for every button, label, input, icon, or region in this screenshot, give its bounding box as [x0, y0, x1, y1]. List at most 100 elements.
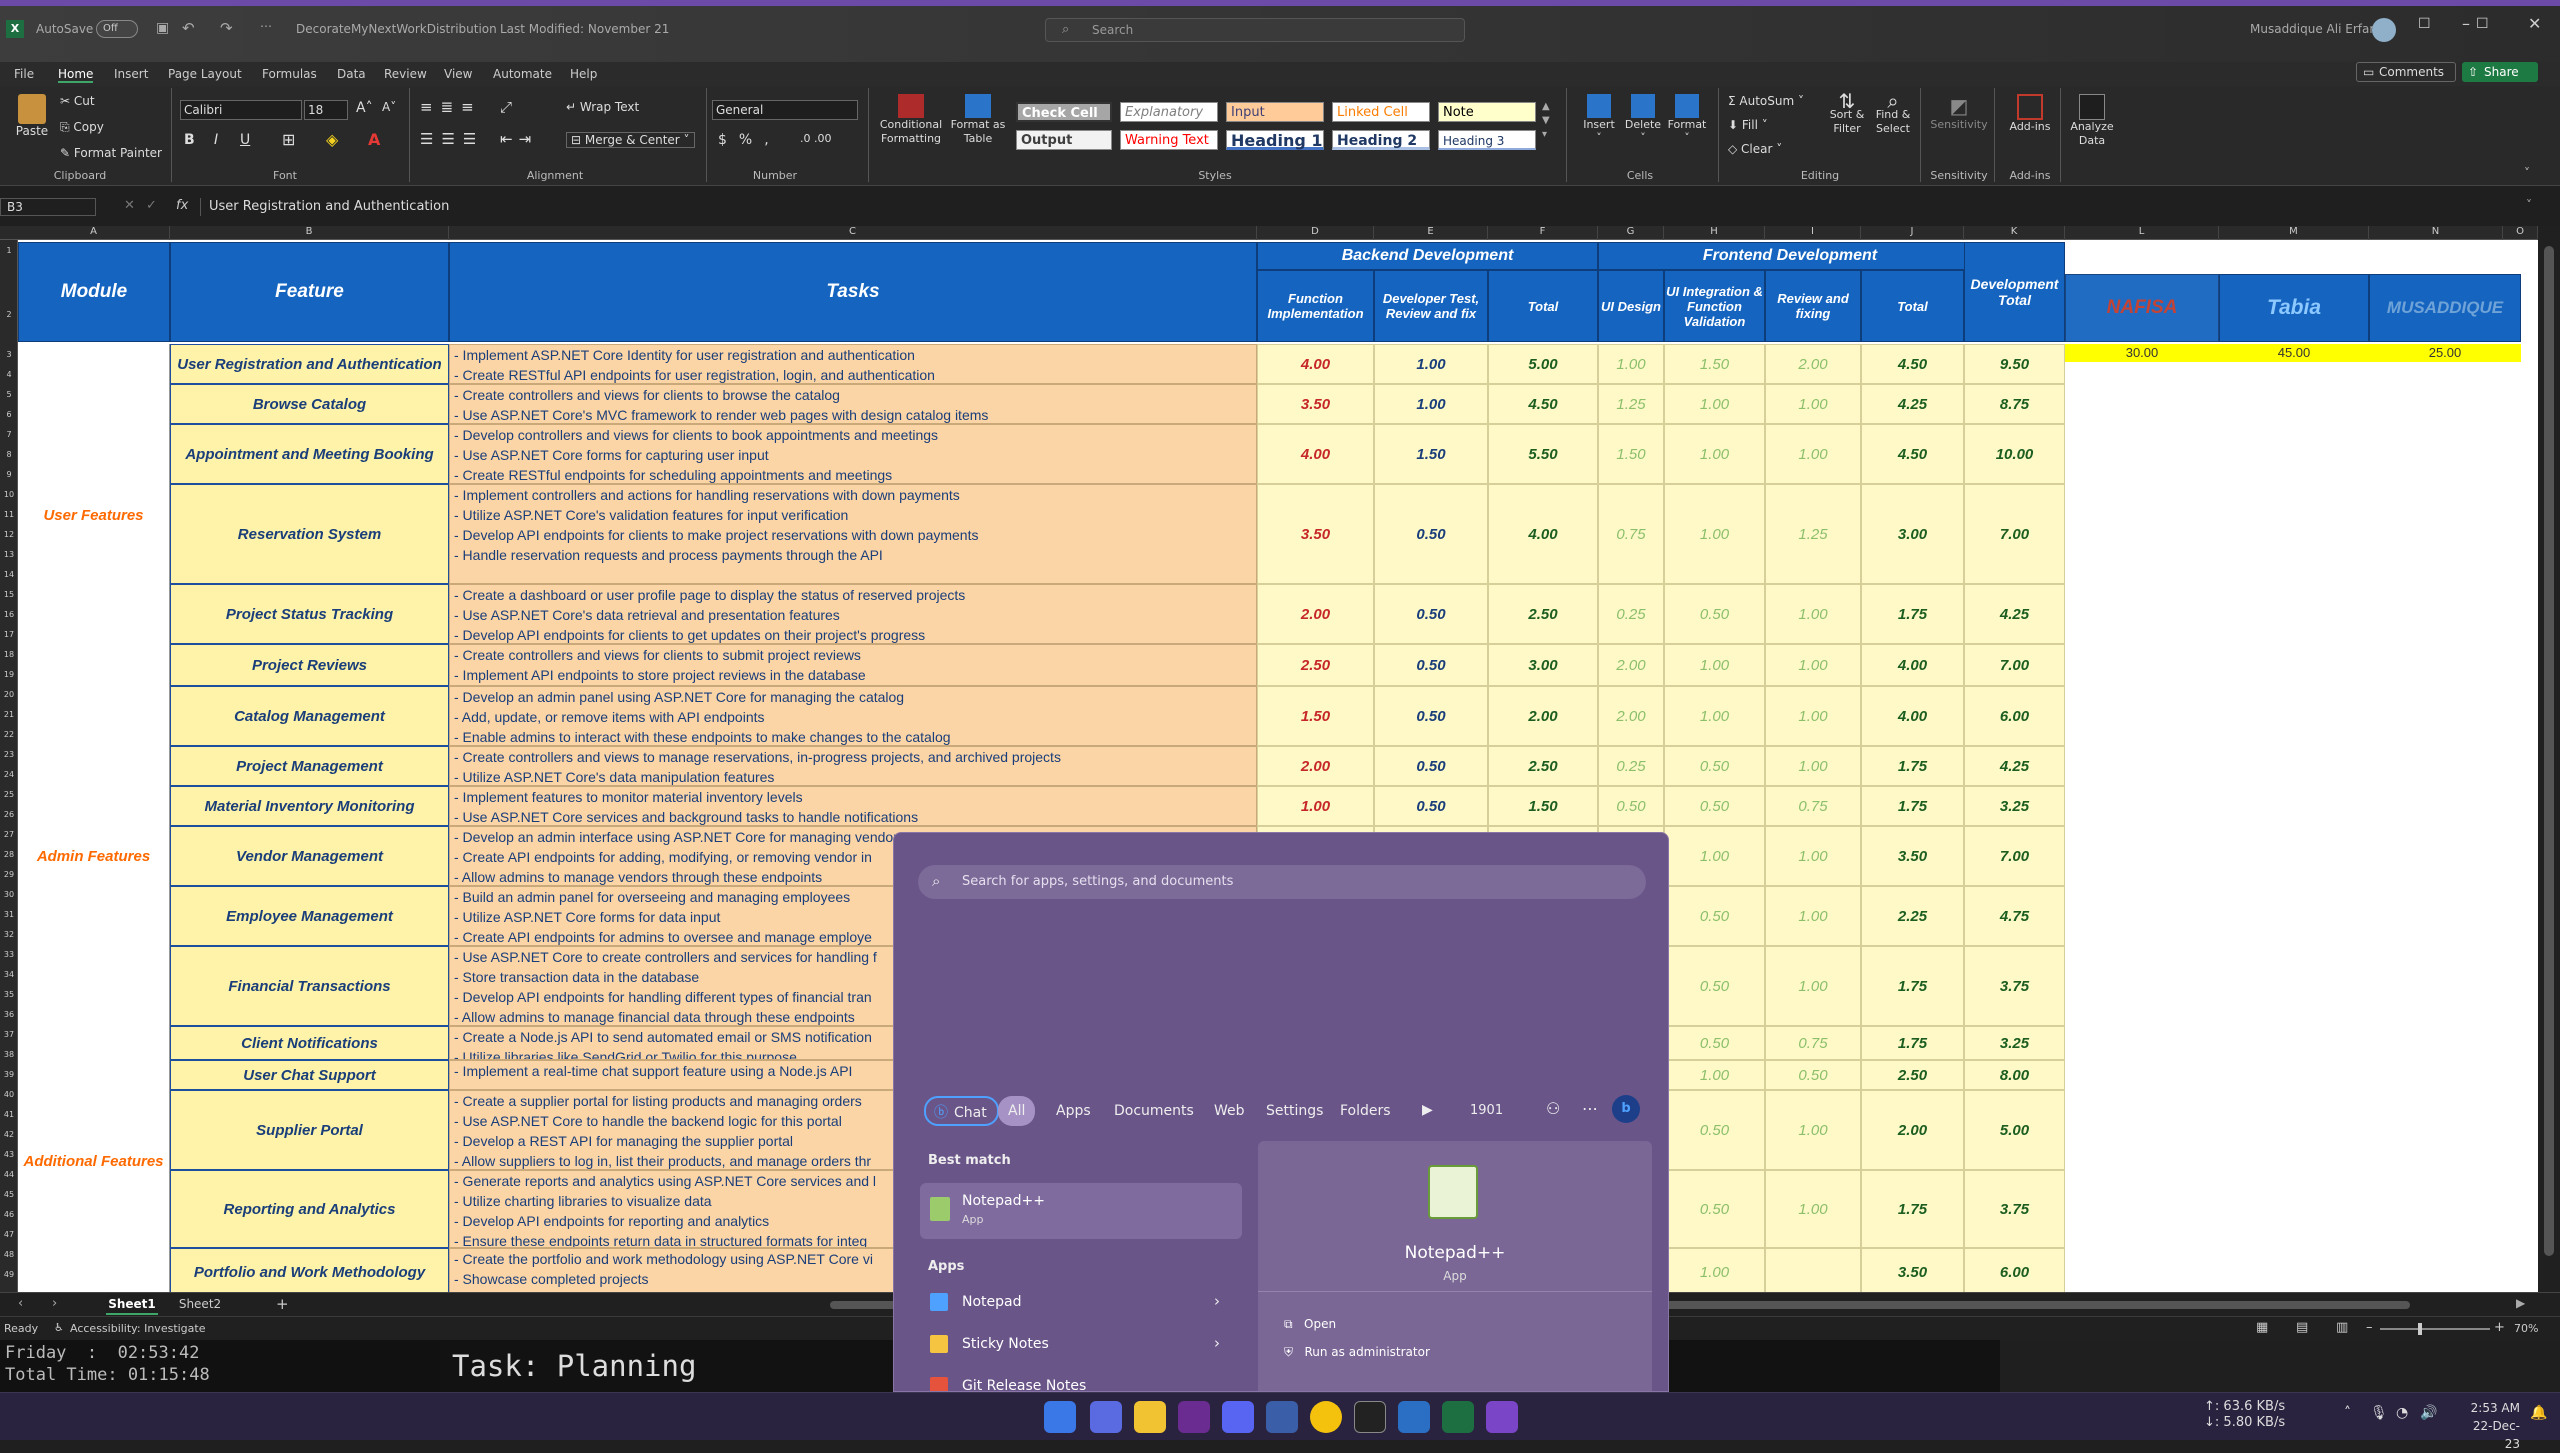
- value-f[interactable]: 4.00: [1488, 484, 1598, 584]
- value-k[interactable]: 7.00: [1964, 484, 2065, 584]
- tray-chevron-icon[interactable]: ˄: [2344, 1405, 2351, 1421]
- profile-icon[interactable]: ⚇: [1546, 1099, 1560, 1118]
- tasks-cell[interactable]: - Develop controllers and views for clie…: [449, 424, 1257, 484]
- row-number[interactable]: 16: [0, 610, 18, 619]
- style-heading-3[interactable]: Heading 3: [1438, 130, 1536, 150]
- value-k[interactable]: 6.00: [1964, 686, 2065, 746]
- paste-button[interactable]: Paste: [12, 94, 52, 154]
- row-number[interactable]: 24: [0, 770, 18, 779]
- value-h[interactable]: 1.00: [1664, 484, 1765, 584]
- value-f[interactable]: 2.00: [1488, 686, 1598, 746]
- value-j[interactable]: 1.75: [1861, 1026, 1964, 1060]
- row-number[interactable]: 33: [0, 950, 18, 959]
- menu-help[interactable]: Help: [570, 67, 597, 81]
- row-number[interactable]: 13: [0, 550, 18, 559]
- value-e[interactable]: 0.50: [1374, 746, 1488, 786]
- value-e[interactable]: 1.00: [1374, 384, 1488, 424]
- value-e[interactable]: 0.50: [1374, 484, 1488, 584]
- tasks-cell[interactable]: - Create controllers and views for clien…: [449, 644, 1257, 686]
- row-number[interactable]: 5: [0, 390, 18, 399]
- header-review-fixing[interactable]: Review and fixing: [1765, 270, 1861, 342]
- addins-button[interactable]: Add-ins: [2004, 94, 2056, 133]
- value-h[interactable]: 0.50: [1664, 1090, 1765, 1170]
- value-e[interactable]: 1.50: [1374, 424, 1488, 484]
- person-value[interactable]: 45.00: [2219, 344, 2369, 362]
- column-header[interactable]: A: [18, 226, 170, 240]
- header-feature[interactable]: Feature: [170, 242, 449, 342]
- menu-data[interactable]: Data: [337, 67, 366, 81]
- close-icon[interactable]: ✕: [2528, 14, 2541, 33]
- row-number[interactable]: 15: [0, 590, 18, 599]
- row-number[interactable]: 4: [0, 370, 18, 379]
- value-k[interactable]: 3.25: [1964, 1026, 2065, 1060]
- value-h[interactable]: 0.50: [1664, 1170, 1765, 1248]
- value-i[interactable]: 2.00: [1765, 344, 1861, 384]
- feature-cell[interactable]: Browse Catalog: [170, 384, 449, 424]
- row-number[interactable]: 39: [0, 1070, 18, 1079]
- column-header[interactable]: B: [170, 226, 449, 240]
- column-header[interactable]: C: [449, 226, 1257, 240]
- maximize-icon[interactable]: ☐: [2476, 16, 2489, 32]
- value-h[interactable]: 1.50: [1664, 344, 1765, 384]
- row-number[interactable]: 46: [0, 1210, 18, 1219]
- zoom-level[interactable]: 70%: [2514, 1322, 2538, 1335]
- value-e[interactable]: 0.50: [1374, 644, 1488, 686]
- next-sheet-icon[interactable]: ›: [52, 1296, 57, 1311]
- format-painter-button[interactable]: ✎ Format Painter: [60, 146, 162, 160]
- best-match-item[interactable]: Notepad++ App: [920, 1183, 1242, 1239]
- feature-cell[interactable]: Financial Transactions: [170, 946, 449, 1026]
- vertical-align-icons[interactable]: ≡≣≡: [420, 98, 482, 116]
- menu-formulas[interactable]: Formulas: [262, 67, 317, 81]
- value-k[interactable]: 8.75: [1964, 384, 2065, 424]
- font-name-select[interactable]: Calibri: [180, 100, 302, 120]
- chevron-right-icon[interactable]: ›: [1214, 1292, 1220, 1310]
- zoom-in-icon[interactable]: +: [2494, 1320, 2505, 1335]
- tasks-cell[interactable]: - Develop an admin panel using ASP.NET C…: [449, 686, 1257, 746]
- value-h[interactable]: 1.00: [1664, 1248, 1765, 1292]
- filter-settings[interactable]: Settings: [1256, 1096, 1333, 1126]
- feature-cell[interactable]: Project Status Tracking: [170, 584, 449, 644]
- row-number[interactable]: 12: [0, 530, 18, 539]
- value-d[interactable]: 2.00: [1257, 746, 1374, 786]
- value-e[interactable]: 0.50: [1374, 786, 1488, 826]
- feature-cell[interactable]: Employee Management: [170, 886, 449, 946]
- feature-cell[interactable]: Appointment and Meeting Booking: [170, 424, 449, 484]
- insert-cells-button[interactable]: Insert ˅: [1576, 94, 1622, 144]
- more-filters-icon[interactable]: ▶: [1422, 1102, 1433, 1118]
- value-k[interactable]: 4.75: [1964, 886, 2065, 946]
- chrome-icon[interactable]: [1310, 1401, 1342, 1433]
- filter-chat[interactable]: ⓑ Chat: [924, 1096, 999, 1126]
- column-header[interactable]: N: [2369, 226, 2503, 240]
- underline-icon[interactable]: U: [240, 132, 250, 148]
- file-explorer-icon[interactable]: [1134, 1401, 1166, 1433]
- last-modified[interactable]: Last Modified: November 21: [500, 22, 669, 36]
- value-j[interactable]: 1.75: [1861, 746, 1964, 786]
- page-layout-icon[interactable]: ▤: [2296, 1320, 2308, 1335]
- prev-sheet-icon[interactable]: ‹: [18, 1296, 23, 1311]
- scroll-right-icon[interactable]: ▶: [2516, 1296, 2525, 1310]
- tasks-cell[interactable]: - Implement ASP.NET Core Identity for us…: [449, 344, 1257, 384]
- value-e[interactable]: 0.50: [1374, 584, 1488, 644]
- value-f[interactable]: 2.50: [1488, 746, 1598, 786]
- value-f[interactable]: 1.50: [1488, 786, 1598, 826]
- value-k[interactable]: 3.75: [1964, 1170, 2065, 1248]
- value-g[interactable]: 2.00: [1598, 686, 1664, 746]
- value-k[interactable]: 7.00: [1964, 826, 2065, 886]
- clock[interactable]: 2:53 AM 22-Dec-23: [2460, 1399, 2520, 1453]
- sheet-tab-active[interactable]: Sheet1: [106, 1293, 158, 1315]
- value-j[interactable]: 2.25: [1861, 886, 1964, 946]
- value-d[interactable]: 1.50: [1257, 686, 1374, 746]
- row-number[interactable]: 37: [0, 1030, 18, 1039]
- borders-icon[interactable]: ⊞: [282, 130, 295, 149]
- ribbon-display-icon[interactable]: ☐: [2418, 16, 2431, 32]
- value-j[interactable]: 4.25: [1861, 384, 1964, 424]
- rewards-points[interactable]: 1901: [1470, 1103, 1503, 1118]
- module-admin-features[interactable]: Admin Features: [18, 686, 170, 1026]
- feature-cell[interactable]: Project Management: [170, 746, 449, 786]
- chevron-right-icon[interactable]: ›: [1214, 1334, 1220, 1352]
- value-f[interactable]: 3.00: [1488, 644, 1598, 686]
- number-format-icons[interactable]: $%,: [718, 132, 781, 148]
- value-h[interactable]: 0.50: [1664, 946, 1765, 1026]
- value-h[interactable]: 0.50: [1664, 1026, 1765, 1060]
- analyze-data-button[interactable]: Analyze Data: [2066, 94, 2118, 148]
